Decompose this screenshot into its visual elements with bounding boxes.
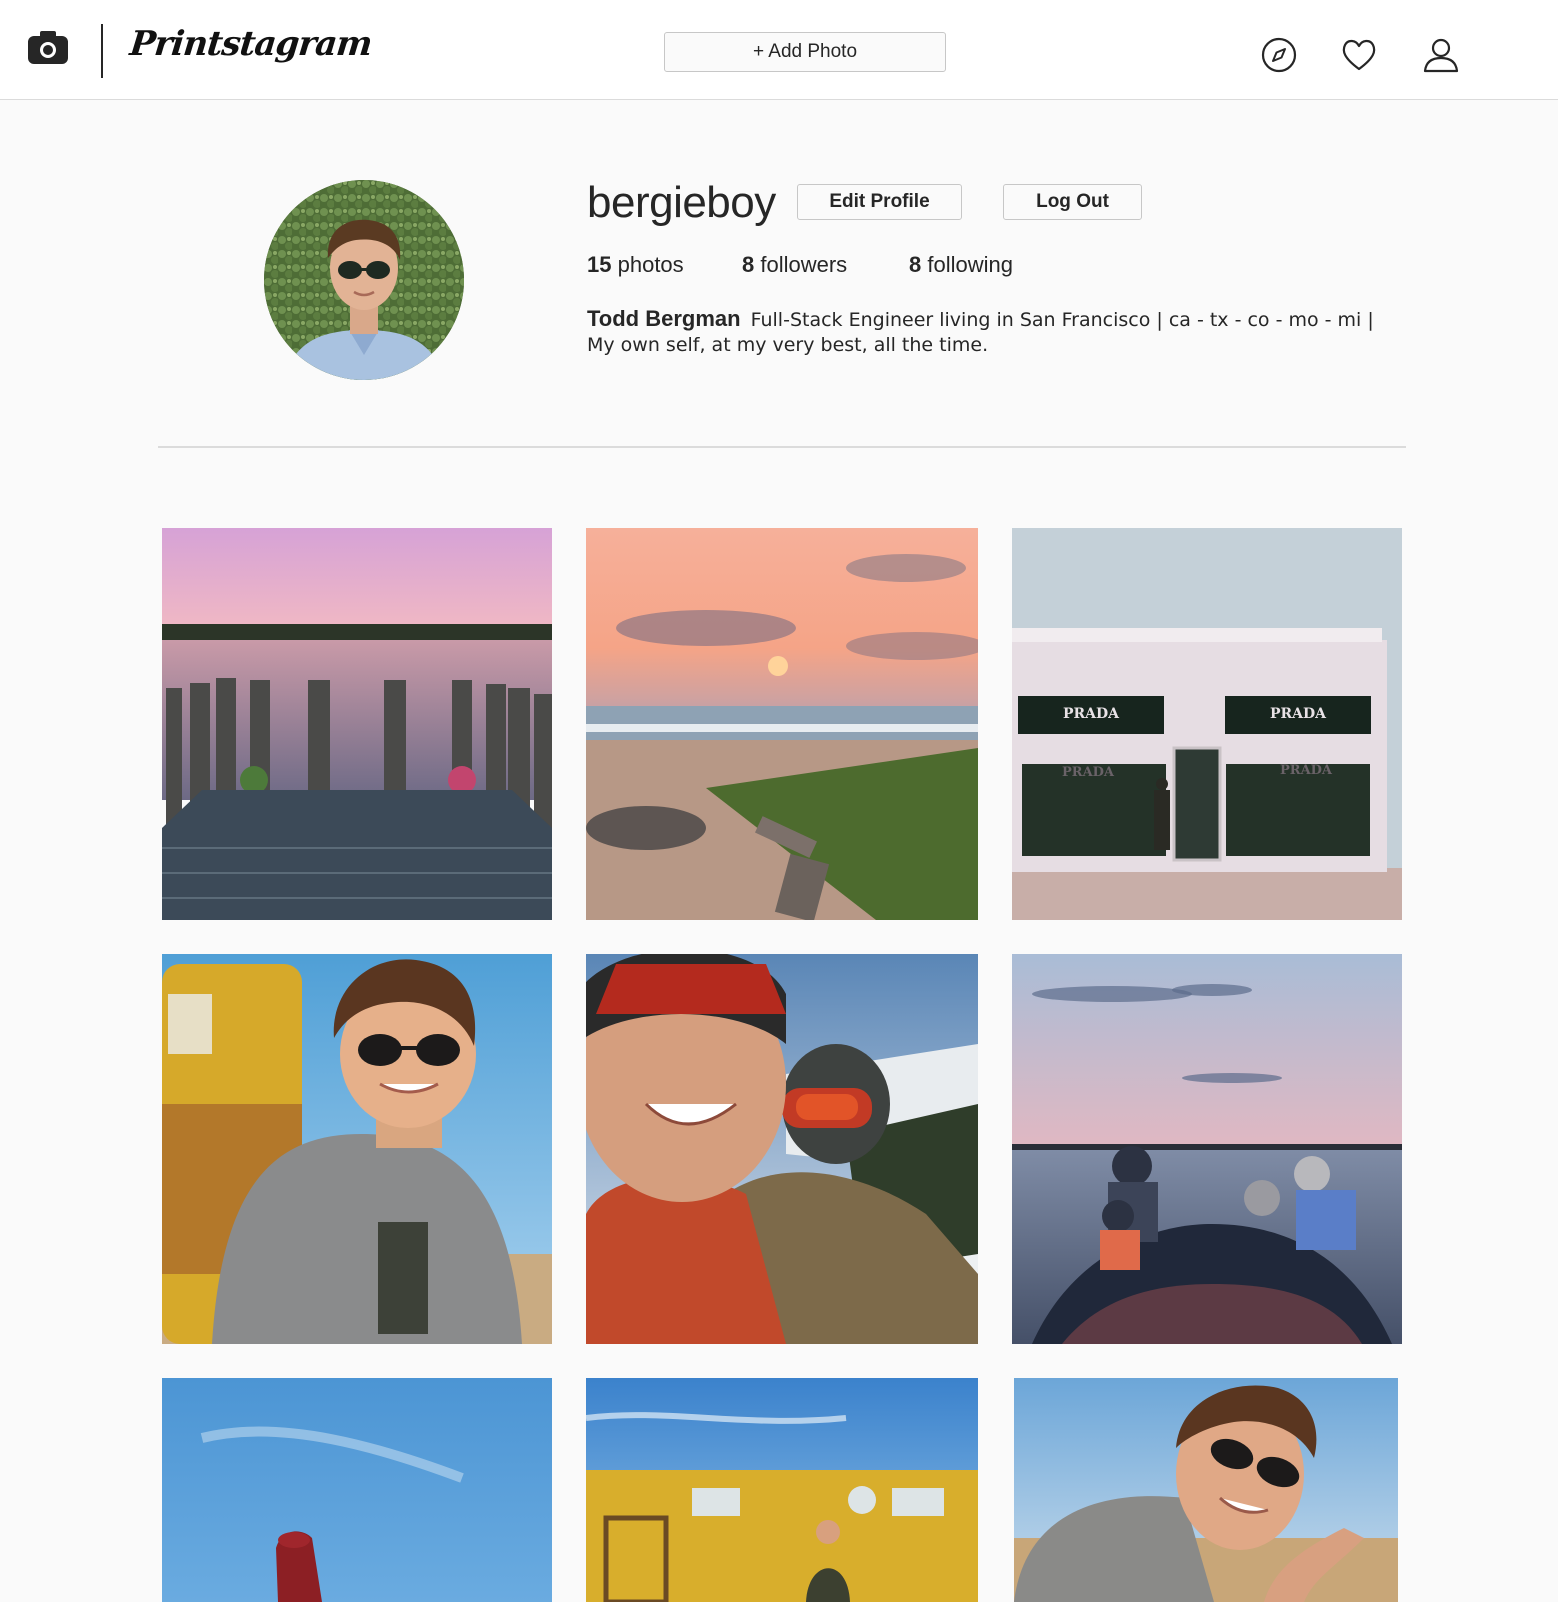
svg-text:PRADA: PRADA (1270, 706, 1327, 722)
photo-tile[interactable] (162, 1378, 552, 1602)
edit-profile-button[interactable]: Edit Profile (797, 184, 962, 220)
stat-photos: 15 photos (587, 252, 684, 278)
photo-tile[interactable] (586, 954, 978, 1344)
profile-full-name: Todd Bergman (587, 306, 741, 331)
compass-icon[interactable] (1260, 36, 1298, 74)
app-logo[interactable]: Printstagram (128, 24, 374, 64)
stat-followers[interactable]: 8 followers (742, 252, 847, 278)
nav-divider (101, 24, 103, 78)
photo-tile[interactable] (1012, 954, 1402, 1344)
camera-icon[interactable] (26, 28, 70, 66)
add-photo-button[interactable]: + Add Photo (664, 32, 946, 72)
photos-count: 15 (587, 252, 612, 277)
photo-tile[interactable] (586, 528, 978, 920)
heart-icon[interactable] (1340, 36, 1378, 74)
profile-avatar[interactable] (264, 180, 464, 380)
profile-bio: Todd Bergman Full-Stack Engineer living i… (587, 306, 1387, 358)
photo-tile[interactable] (1014, 1378, 1398, 1602)
following-count: 8 (909, 252, 922, 277)
svg-text:PRADA: PRADA (1063, 706, 1120, 722)
stat-following[interactable]: 8 following (909, 252, 1013, 278)
photos-label: photos (617, 252, 684, 277)
followers-label: followers (760, 252, 848, 277)
photo-tile[interactable] (162, 528, 552, 920)
top-nav: Printstagram + Add Photo (0, 0, 1558, 100)
profile-username: bergieboy (587, 178, 776, 227)
followers-count: 8 (742, 252, 755, 277)
section-divider (158, 446, 1406, 448)
photo-tile[interactable] (586, 1378, 978, 1602)
photo-tile[interactable]: PRADA PRADA PRADA PRADA (1012, 528, 1402, 920)
user-icon[interactable] (1422, 36, 1460, 74)
svg-text:PRADA: PRADA (1280, 763, 1333, 778)
following-label: following (927, 252, 1013, 277)
svg-text:PRADA: PRADA (1062, 765, 1115, 780)
photo-tile[interactable] (162, 954, 552, 1344)
log-out-button[interactable]: Log Out (1003, 184, 1142, 220)
